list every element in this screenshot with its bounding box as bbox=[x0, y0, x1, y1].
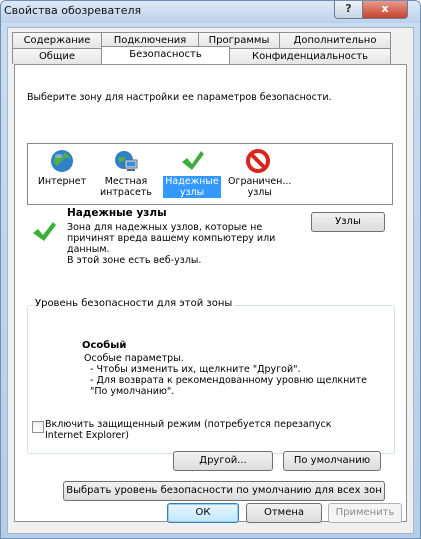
reset-all-zones-button[interactable]: Выбрать уровень безопасности по умолчани… bbox=[63, 481, 385, 501]
checkmark-icon bbox=[33, 222, 56, 241]
zone-label: Интернет bbox=[37, 176, 87, 187]
apply-button[interactable]: Применить bbox=[328, 503, 402, 523]
zone-description: Зона для надежных узлов, которые не прич… bbox=[67, 222, 276, 255]
zones-prompt: Выберите зону для настройки ее параметро… bbox=[27, 92, 332, 103]
title-bar[interactable]: Свойства обозревателя ? x bbox=[1, 1, 420, 23]
dialog-client-area: Содержание Подключения Программы Дополни… bbox=[7, 27, 414, 534]
tab-content[interactable]: Содержание bbox=[12, 32, 102, 48]
sites-button[interactable]: Узлы bbox=[311, 212, 385, 232]
level-description: Особые параметры. - Чтобы изменить их, щ… bbox=[84, 353, 367, 397]
tab-general[interactable]: Общие bbox=[12, 48, 102, 64]
zones-list: Интернет Местная интрасеть Надежные узлы… bbox=[27, 143, 393, 205]
tab-advanced[interactable]: Дополнительно bbox=[279, 32, 391, 48]
globe-icon bbox=[51, 150, 73, 172]
zone-trusted-sites[interactable]: Надежные узлы bbox=[162, 148, 222, 198]
dialog-window: Свойства обозревателя ? x Содержание Под… bbox=[0, 0, 421, 539]
local-intranet-icon bbox=[115, 151, 138, 171]
zone-label: Ограничен... узлы bbox=[228, 176, 292, 198]
sites-note: В этой зоне есть веб-узлы. bbox=[67, 255, 202, 266]
ok-button[interactable]: ОК bbox=[167, 503, 239, 523]
restricted-icon bbox=[246, 149, 270, 173]
protected-mode-checkbox[interactable] bbox=[32, 421, 44, 433]
zone-title: Надежные узлы bbox=[67, 207, 167, 219]
zone-internet[interactable]: Интернет bbox=[32, 148, 92, 187]
tab-privacy[interactable]: Конфиденциальность bbox=[229, 48, 391, 64]
zone-label: Местная интрасеть bbox=[100, 176, 152, 198]
tab-security[interactable]: Безопасность bbox=[101, 46, 230, 64]
zone-label: Надежные узлы bbox=[163, 176, 221, 198]
group-title: Уровень безопасности для этой зоны bbox=[33, 298, 235, 309]
help-button[interactable]: ? bbox=[334, 1, 363, 19]
security-tab-panel: Выберите зону для настройки ее параметро… bbox=[14, 64, 407, 522]
level-name: Особый bbox=[82, 340, 127, 351]
zone-local-intranet[interactable]: Местная интрасеть bbox=[96, 148, 156, 198]
zone-restricted-sites[interactable]: Ограничен... узлы bbox=[228, 148, 292, 198]
cancel-button[interactable]: Отмена bbox=[246, 503, 322, 523]
custom-level-button[interactable]: Другой... bbox=[173, 451, 273, 471]
checkmark-icon bbox=[182, 151, 204, 170]
default-level-button[interactable]: По умолчанию bbox=[283, 451, 381, 471]
protected-mode-label[interactable]: Включить защищенный режим (потребуется п… bbox=[45, 419, 332, 441]
close-button[interactable]: x bbox=[362, 1, 408, 19]
window-title: Свойства обозревателя bbox=[4, 4, 142, 17]
